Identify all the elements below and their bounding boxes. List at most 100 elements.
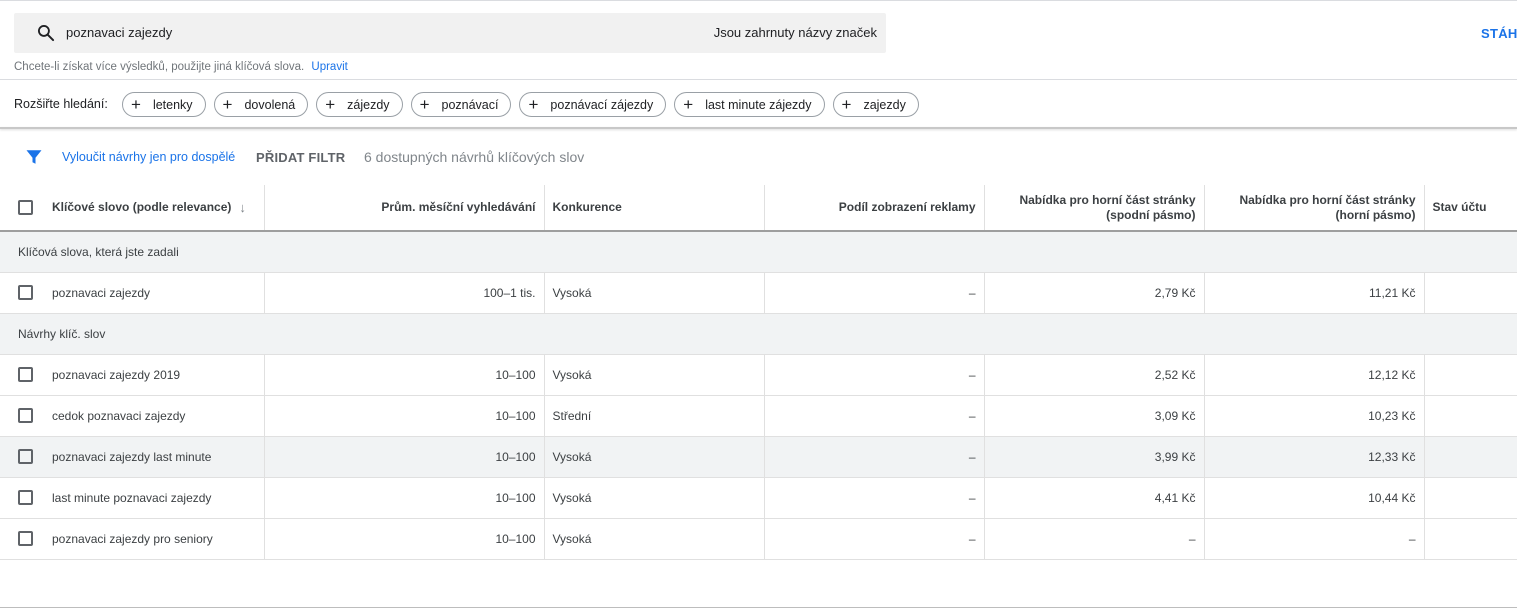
table-row[interactable]: poznavaci zajezdy 100–1 tis. Vysoká –2,79 K… xyxy=(0,272,1517,314)
bid-low-cell: 2,79 Kč xyxy=(984,272,1205,314)
keyword-text: poznavaci zajezdy 2019 xyxy=(52,367,181,382)
row-checkbox[interactable] xyxy=(18,449,33,465)
keyword-text: poznavaci zajezdy xyxy=(52,285,151,300)
table-row[interactable]: poznavaci zajezdy 2019 10–100 Vysoká –2,52 … xyxy=(0,354,1517,396)
header-bid-low[interactable]: Nabídka pro horní část stránky (spodní p… xyxy=(984,185,1205,232)
table-row[interactable]: poznavaci zajezdy last minute 10–100 Vysok… xyxy=(0,436,1517,478)
chip-label: dovolená xyxy=(244,97,296,112)
header-impression-share[interactable]: Podíl zobrazení reklamy xyxy=(764,185,985,232)
expand-search-label: Rozšiřte hledání: xyxy=(14,97,108,111)
expand-chip[interactable]: + poznávací xyxy=(410,92,512,117)
header-keyword[interactable]: Klíčové slovo (podle relevance) ↓ xyxy=(0,185,265,232)
select-all-checkbox[interactable] xyxy=(18,200,33,216)
competition-cell: Vysoká xyxy=(544,272,765,314)
table-row[interactable]: poznavaci zajezdy pro seniory 10–100 Vysok… xyxy=(0,518,1517,560)
competition-cell: Vysoká xyxy=(544,518,765,560)
keyword-text: last minute poznavaci zajezdy xyxy=(52,490,212,505)
search-icon xyxy=(38,25,55,42)
keyword-text: poznavaci zajezdy pro seniory xyxy=(52,531,213,546)
group-header-entered: Klíčová slova, která jste zadali xyxy=(0,231,1517,273)
keyword-text: poznavaci zajezdy last minute xyxy=(52,449,212,464)
expand-chip[interactable]: + zajezdy xyxy=(832,92,919,117)
row-checkbox[interactable] xyxy=(18,408,33,424)
avg-searches-cell: 10–100 xyxy=(264,436,545,478)
competition-cell: Vysoká xyxy=(544,477,765,519)
competition-cell: Vysoká xyxy=(544,436,765,478)
brand-names-note[interactable]: Jsou zahrnuty názvy značek xyxy=(714,25,877,40)
bid-low-cell: 3,99 Kč xyxy=(984,436,1205,478)
plus-icon: + xyxy=(419,95,430,114)
filter-icon[interactable] xyxy=(25,148,43,166)
exclude-adult-filter[interactable]: Vyloučit návrhy jen pro dospělé xyxy=(62,150,235,164)
expand-chip[interactable]: + dovolená xyxy=(213,92,309,117)
bid-low-cell: 2,52 Kč xyxy=(984,354,1205,396)
bid-low-cell: – xyxy=(984,518,1205,560)
sort-down-icon[interactable]: ↓ xyxy=(239,200,246,216)
row-checkbox[interactable] xyxy=(18,490,33,506)
impression-share-cell: – xyxy=(764,354,985,396)
competition-cell: Vysoká xyxy=(544,354,765,396)
impression-share-cell: – xyxy=(764,518,985,560)
keyword-table: Klíčové slovo (podle relevance) ↓ Prům. m… xyxy=(0,185,1517,560)
bid-high-cell: 11,21 Kč xyxy=(1204,272,1425,314)
bid-high-cell: 10,44 Kč xyxy=(1204,477,1425,519)
search-box[interactable]: poznavaci zajezdy Jsou zahrnuty názvy zn… xyxy=(14,13,886,53)
add-filter-button[interactable]: PŘIDAT FILTR xyxy=(256,150,345,165)
row-checkbox[interactable] xyxy=(18,367,33,383)
group-label: Návrhy klíč. slov xyxy=(0,313,1517,355)
top-border xyxy=(0,0,1517,1)
hint-message: Chcete-li získat více výsledků, použijte… xyxy=(14,61,305,73)
keyword-cell: cedok poznavaci zajezdy xyxy=(0,395,265,437)
expand-chips: + letenky + dovolená + zájezdy + poznávací + pozn… xyxy=(122,92,919,117)
expand-chip[interactable]: + last minute zájezdy xyxy=(674,92,825,117)
group-header-ideas: Návrhy klíč. slov xyxy=(0,313,1517,355)
avg-searches-cell: 10–100 xyxy=(264,395,545,437)
divider xyxy=(0,79,1517,80)
bid-high-cell: – xyxy=(1204,518,1425,560)
header-account-status[interactable]: Stav účtu xyxy=(1424,185,1517,232)
bid-low-cell: 3,09 Kč xyxy=(984,395,1205,437)
search-query[interactable]: poznavaci zajezdy xyxy=(66,25,172,40)
impression-share-cell: – xyxy=(764,395,985,437)
header-bid-high[interactable]: Nabídka pro horní část stránky (horní pá… xyxy=(1204,185,1425,232)
impression-share-cell: – xyxy=(764,436,985,478)
keyword-cell: poznavaci zajezdy last minute xyxy=(0,436,265,478)
plus-icon: + xyxy=(131,95,141,114)
hint-text: Chcete-li získat více výsledků, použijte… xyxy=(14,61,348,73)
table-row[interactable]: cedok poznavaci zajezdy 10–100 Střední –3,0… xyxy=(0,395,1517,437)
keyword-cell: poznavaci zajezdy xyxy=(0,272,265,314)
row-checkbox[interactable] xyxy=(18,531,33,547)
expand-chip[interactable]: + letenky xyxy=(122,92,206,117)
impression-share-cell: – xyxy=(764,477,985,519)
expand-chip[interactable]: + zájezdy xyxy=(316,92,403,117)
plus-icon: + xyxy=(683,95,694,114)
plus-icon: + xyxy=(325,95,336,114)
account-status-cell xyxy=(1424,395,1517,437)
account-status-cell xyxy=(1424,354,1517,396)
header-competition[interactable]: Konkurence xyxy=(544,185,765,232)
keyword-cell: poznavaci zajezdy 2019 xyxy=(0,354,265,396)
account-status-cell xyxy=(1424,477,1517,519)
bid-high-cell: 12,12 Kč xyxy=(1204,354,1425,396)
section-divider xyxy=(0,127,1517,129)
edit-link[interactable]: Upravit xyxy=(311,61,347,73)
chip-label: last minute zájezdy xyxy=(705,97,812,112)
table-row[interactable]: last minute poznavaci zajezdy 10–100 Vysok… xyxy=(0,477,1517,519)
account-status-cell xyxy=(1424,272,1517,314)
chip-label: poznávací xyxy=(441,97,499,112)
table-header-row: Klíčové slovo (podle relevance) ↓ Prům. m… xyxy=(0,185,1517,232)
row-checkbox[interactable] xyxy=(18,285,33,301)
chip-label: letenky xyxy=(152,97,193,112)
keyword-cell: poznavaci zajezdy pro seniory xyxy=(0,518,265,560)
plus-icon: + xyxy=(528,95,539,114)
competition-cell: Střední xyxy=(544,395,765,437)
plus-icon: + xyxy=(222,95,233,114)
available-ideas-count: 6 dostupných návrhů klíčových slov xyxy=(364,149,585,165)
avg-searches-cell: 10–100 xyxy=(264,518,545,560)
bottom-border xyxy=(0,607,1517,608)
keyword-cell: last minute poznavaci zajezdy xyxy=(0,477,265,519)
header-avg-searches[interactable]: Prům. měsíční vyhledávání xyxy=(264,185,545,232)
group-label: Klíčová slova, která jste zadali xyxy=(0,231,1517,273)
expand-chip[interactable]: + poznávací zájezdy xyxy=(519,92,667,117)
download-button[interactable]: STÁH xyxy=(1481,26,1517,41)
